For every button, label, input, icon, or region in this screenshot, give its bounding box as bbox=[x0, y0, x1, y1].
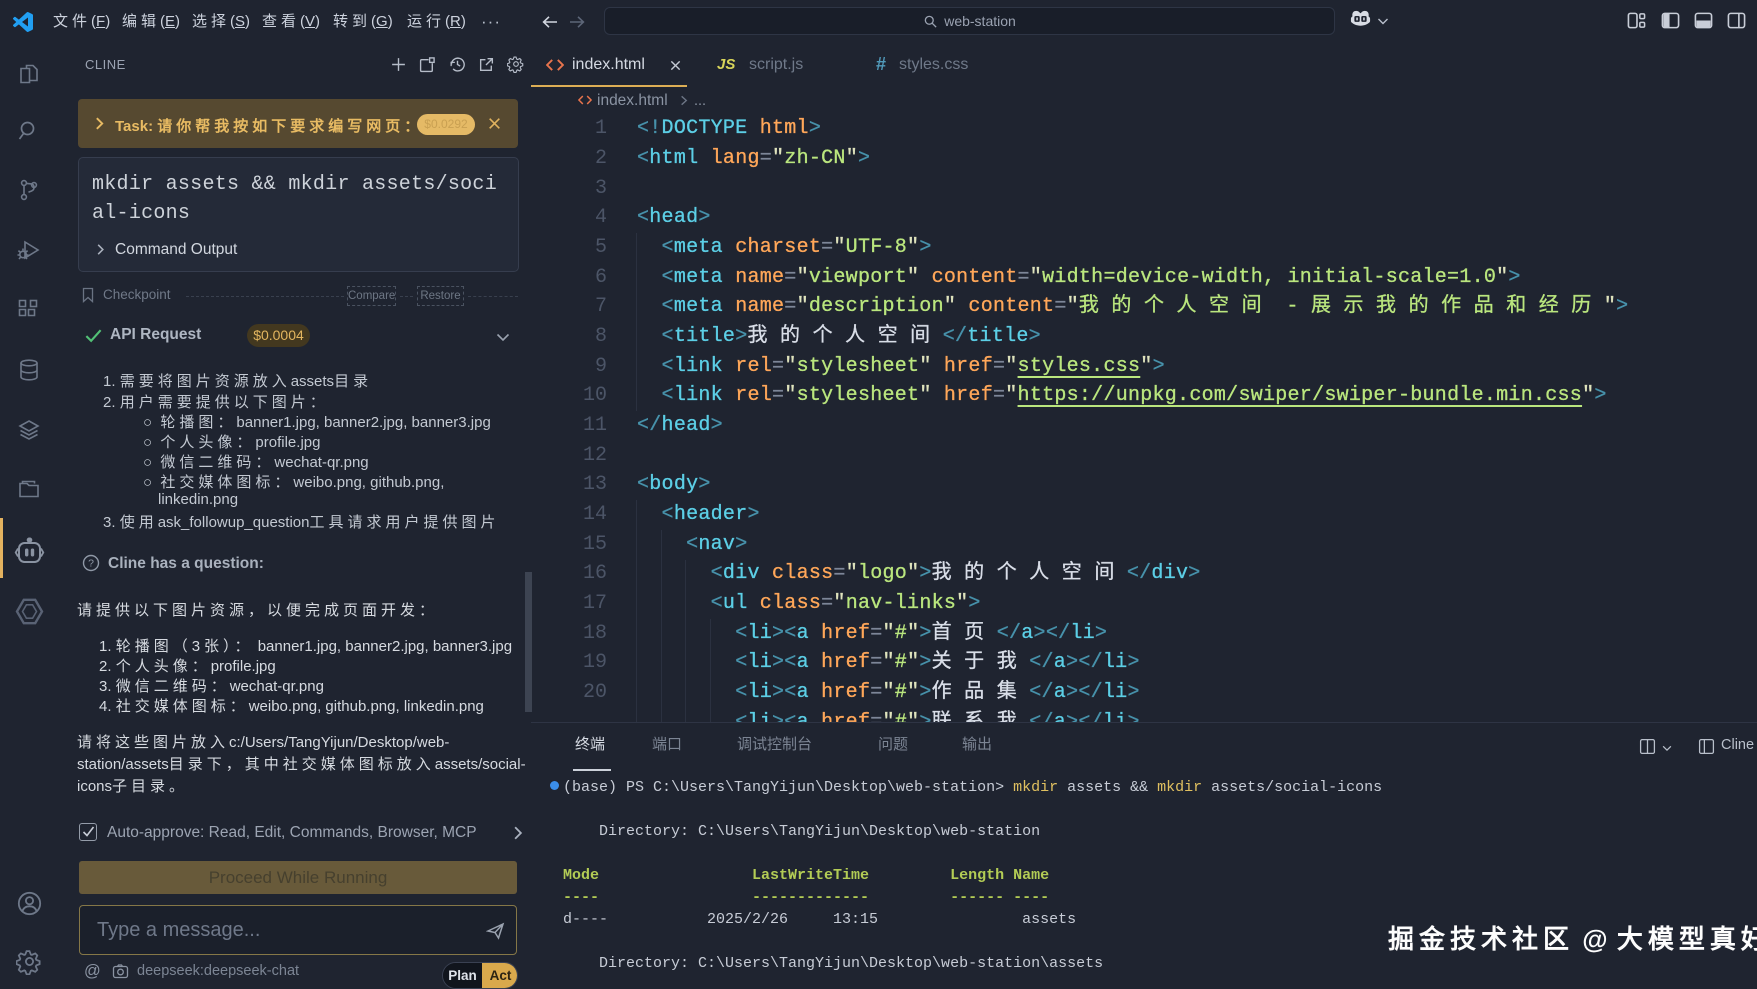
svg-text:?: ? bbox=[88, 558, 94, 570]
